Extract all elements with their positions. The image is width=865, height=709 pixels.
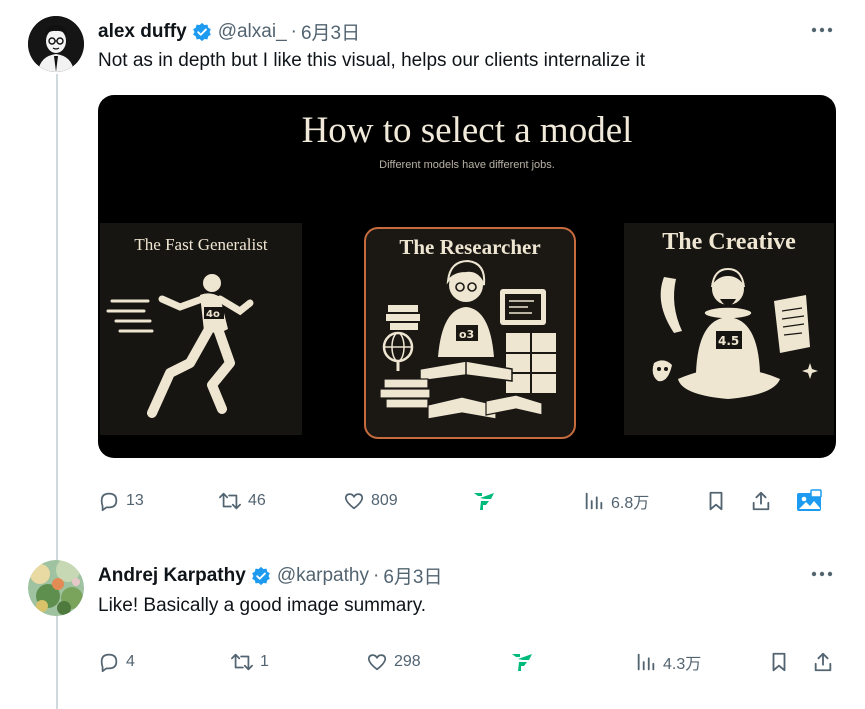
avatar[interactable] — [28, 560, 84, 616]
repost-button[interactable]: 46 — [218, 486, 266, 516]
reply-icon — [100, 492, 118, 512]
share-icon — [752, 491, 770, 511]
reply-button[interactable]: 4 — [98, 647, 135, 677]
share-button[interactable] — [750, 486, 772, 516]
shakespeare-illustration: 4.5 — [652, 267, 818, 399]
running-man-illustration: 4o — [106, 274, 254, 418]
reply-button[interactable]: 13 — [98, 486, 144, 516]
views-icon — [637, 653, 655, 671]
tweet-action-bar: 13 46 809 6.8万 — [98, 486, 838, 516]
bookmark-button[interactable] — [706, 486, 726, 516]
tweet-date[interactable]: 6月3日 — [301, 18, 360, 45]
media-button[interactable] — [795, 486, 823, 516]
reply-count: 4 — [126, 653, 135, 670]
verified-badge-icon — [192, 22, 212, 42]
grok-button[interactable] — [510, 647, 534, 677]
repost-button[interactable]: 1 — [230, 647, 269, 677]
author-handle[interactable]: @karpathy — [277, 565, 369, 587]
bookmark-icon — [772, 652, 786, 672]
grok-icon — [474, 493, 494, 510]
repost-icon — [219, 492, 241, 510]
tweet-andrej-karpathy[interactable]: Andrej Karpathy @karpathy · 6月3日 Like! B… — [0, 545, 865, 709]
share-button[interactable] — [812, 647, 834, 677]
like-count: 298 — [394, 653, 421, 670]
author-name[interactable]: Andrej Karpathy — [98, 565, 246, 587]
panel-researcher: The Researcher o3 — [364, 227, 576, 439]
media-subtitle: Different models have different jobs. — [379, 159, 555, 171]
tweet-text: Not as in depth but I like this visual, … — [98, 50, 646, 71]
panel-badge: 4.5 — [718, 334, 739, 348]
tweet-alex-duffy[interactable]: alex duffy @alxai_ · 6月3日 Not as in dept… — [0, 0, 865, 540]
tweet-action-bar: 4 1 298 4.3万 — [98, 647, 838, 677]
like-button[interactable]: 298 — [366, 647, 421, 677]
more-icon[interactable] — [810, 562, 834, 586]
bookmark-icon — [709, 491, 723, 511]
avatar[interactable] — [28, 16, 84, 72]
reply-count: 13 — [126, 492, 144, 509]
tweet-header: alex duffy @alxai_ · 6月3日 — [98, 18, 360, 45]
views-icon — [585, 492, 603, 510]
tweet-media-image[interactable]: How to select a model Different models h… — [98, 95, 836, 458]
views-button[interactable]: 4.3万 — [635, 647, 701, 677]
repost-count: 46 — [248, 492, 266, 509]
tweet-header: Andrej Karpathy @karpathy · 6月3日 — [98, 562, 442, 589]
panel-fast-generalist: The Fast Generalist 4o — [100, 223, 302, 435]
media-title: How to select a model — [301, 110, 633, 151]
separator-dot: · — [290, 20, 297, 42]
view-count: 4.3万 — [663, 656, 702, 673]
author-name[interactable]: alex duffy — [98, 21, 187, 43]
like-count: 809 — [371, 492, 398, 509]
grok-icon — [512, 654, 532, 671]
researcher-illustration: o3 — [379, 259, 556, 420]
share-icon — [814, 652, 832, 672]
panel-badge: 4o — [206, 309, 220, 320]
media-icon — [797, 489, 822, 511]
tweet-date[interactable]: 6月3日 — [383, 562, 442, 589]
like-icon — [367, 654, 387, 671]
separator-dot: · — [372, 564, 380, 586]
verified-badge-icon — [251, 566, 271, 586]
reply-icon — [100, 653, 118, 673]
panel-badge: o3 — [459, 328, 474, 341]
repost-icon — [231, 653, 253, 671]
grok-button[interactable] — [472, 486, 496, 516]
like-button[interactable]: 809 — [343, 486, 398, 516]
repost-count: 1 — [260, 653, 269, 670]
views-button[interactable]: 6.8万 — [583, 486, 649, 516]
tweet-text: Like! Basically a good image summary. — [98, 595, 427, 616]
bookmark-button[interactable] — [769, 647, 789, 677]
author-handle[interactable]: @alxai_ — [218, 21, 287, 43]
like-icon — [344, 493, 364, 510]
panel-creative: The Creative 4.5 — [624, 223, 834, 435]
more-icon[interactable] — [810, 18, 834, 42]
view-count: 6.8万 — [611, 495, 650, 512]
